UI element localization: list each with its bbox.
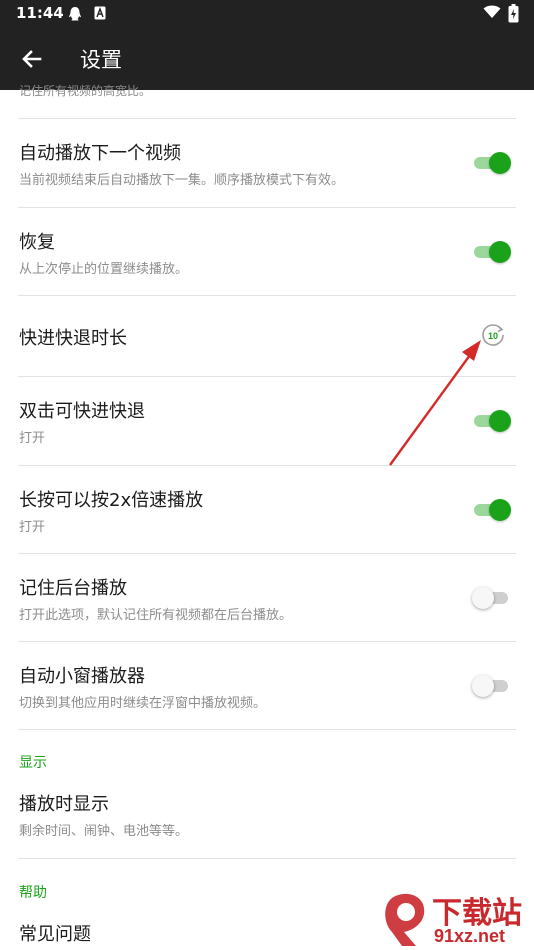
- setting-title: 快进快退时长: [19, 328, 127, 349]
- setting-subtitle: 切换到其他应用时继续在浮窗中播放视频。: [19, 696, 267, 711]
- auto-pip-toggle[interactable]: [472, 674, 512, 698]
- watermark: 下载站 91xz.net: [382, 888, 532, 950]
- resume-toggle[interactable]: [472, 240, 512, 264]
- setting-title: 常见问题: [19, 924, 91, 945]
- setting-autoplay-next[interactable]: 自动播放下一个视频 当前视频结束后自动播放下一集。顺序播放模式下有效。: [0, 119, 534, 207]
- status-bar: 11:44: [0, 0, 534, 28]
- status-time: 11:44: [16, 4, 64, 22]
- setting-display-while-playing[interactable]: 播放时显示 剩余时间、闹钟、电池等等。: [0, 778, 534, 858]
- autoplay-next-toggle[interactable]: [472, 151, 512, 175]
- watermark-logo: [385, 893, 425, 946]
- battery-charging-icon: [508, 4, 519, 23]
- setting-subtitle: 打开: [19, 431, 46, 446]
- page-title: 设置: [80, 48, 122, 72]
- section-header-help: 帮助: [19, 885, 47, 901]
- setting-auto-pip[interactable]: 自动小窗播放器 切换到其他应用时继续在浮窗中播放视频。: [0, 642, 534, 730]
- double-tap-seek-toggle[interactable]: [472, 409, 512, 433]
- long-press-2x-toggle[interactable]: [472, 498, 512, 522]
- setting-resume[interactable]: 恢复 从上次停止的位置继续播放。: [0, 208, 534, 296]
- setting-subtitle: 打开: [19, 520, 46, 535]
- partial-setting-subtitle: 记住所有视频的高宽比。: [19, 84, 152, 98]
- setting-subtitle: 当前视频结束后自动播放下一集。顺序播放模式下有效。: [19, 173, 345, 188]
- setting-long-press-2x[interactable]: 长按可以按2x倍速播放 打开: [0, 466, 534, 554]
- setting-seek-duration[interactable]: 快进快退时长 10: [0, 296, 534, 376]
- font-a-icon: [94, 6, 106, 20]
- setting-subtitle: 打开此选项，默认记住所有视频都在后台播放。: [19, 608, 293, 623]
- setting-subtitle: 从上次停止的位置继续播放。: [19, 262, 189, 277]
- setting-background-play[interactable]: 记住后台播放 打开此选项，默认记住所有视频都在后台播放。: [0, 554, 534, 642]
- setting-subtitle: 剩余时间、闹钟、电池等等。: [19, 824, 189, 839]
- setting-title: 双击可快进快退: [19, 401, 145, 422]
- section-header-display: 显示: [19, 755, 47, 771]
- wifi-icon: [483, 5, 501, 18]
- seek-value: 10: [488, 331, 498, 341]
- setting-title: 恢复: [19, 232, 55, 253]
- setting-title: 播放时显示: [19, 794, 109, 815]
- divider: [18, 858, 516, 859]
- watermark-url: 91xz.net: [434, 926, 506, 946]
- qq-icon: [69, 7, 81, 21]
- setting-title: 长按可以按2x倍速播放: [19, 490, 204, 511]
- arrow-back-icon[interactable]: [18, 45, 46, 73]
- app-bar: 设置: [0, 28, 534, 90]
- setting-title: 自动播放下一个视频: [19, 143, 181, 164]
- setting-double-tap-seek[interactable]: 双击可快进快退 打开: [0, 377, 534, 465]
- background-play-toggle[interactable]: [472, 586, 512, 610]
- fast-forward-10-icon[interactable]: 10: [480, 322, 506, 348]
- divider: [18, 729, 516, 730]
- setting-title: 记住后台播放: [19, 578, 127, 599]
- setting-title: 自动小窗播放器: [19, 666, 145, 687]
